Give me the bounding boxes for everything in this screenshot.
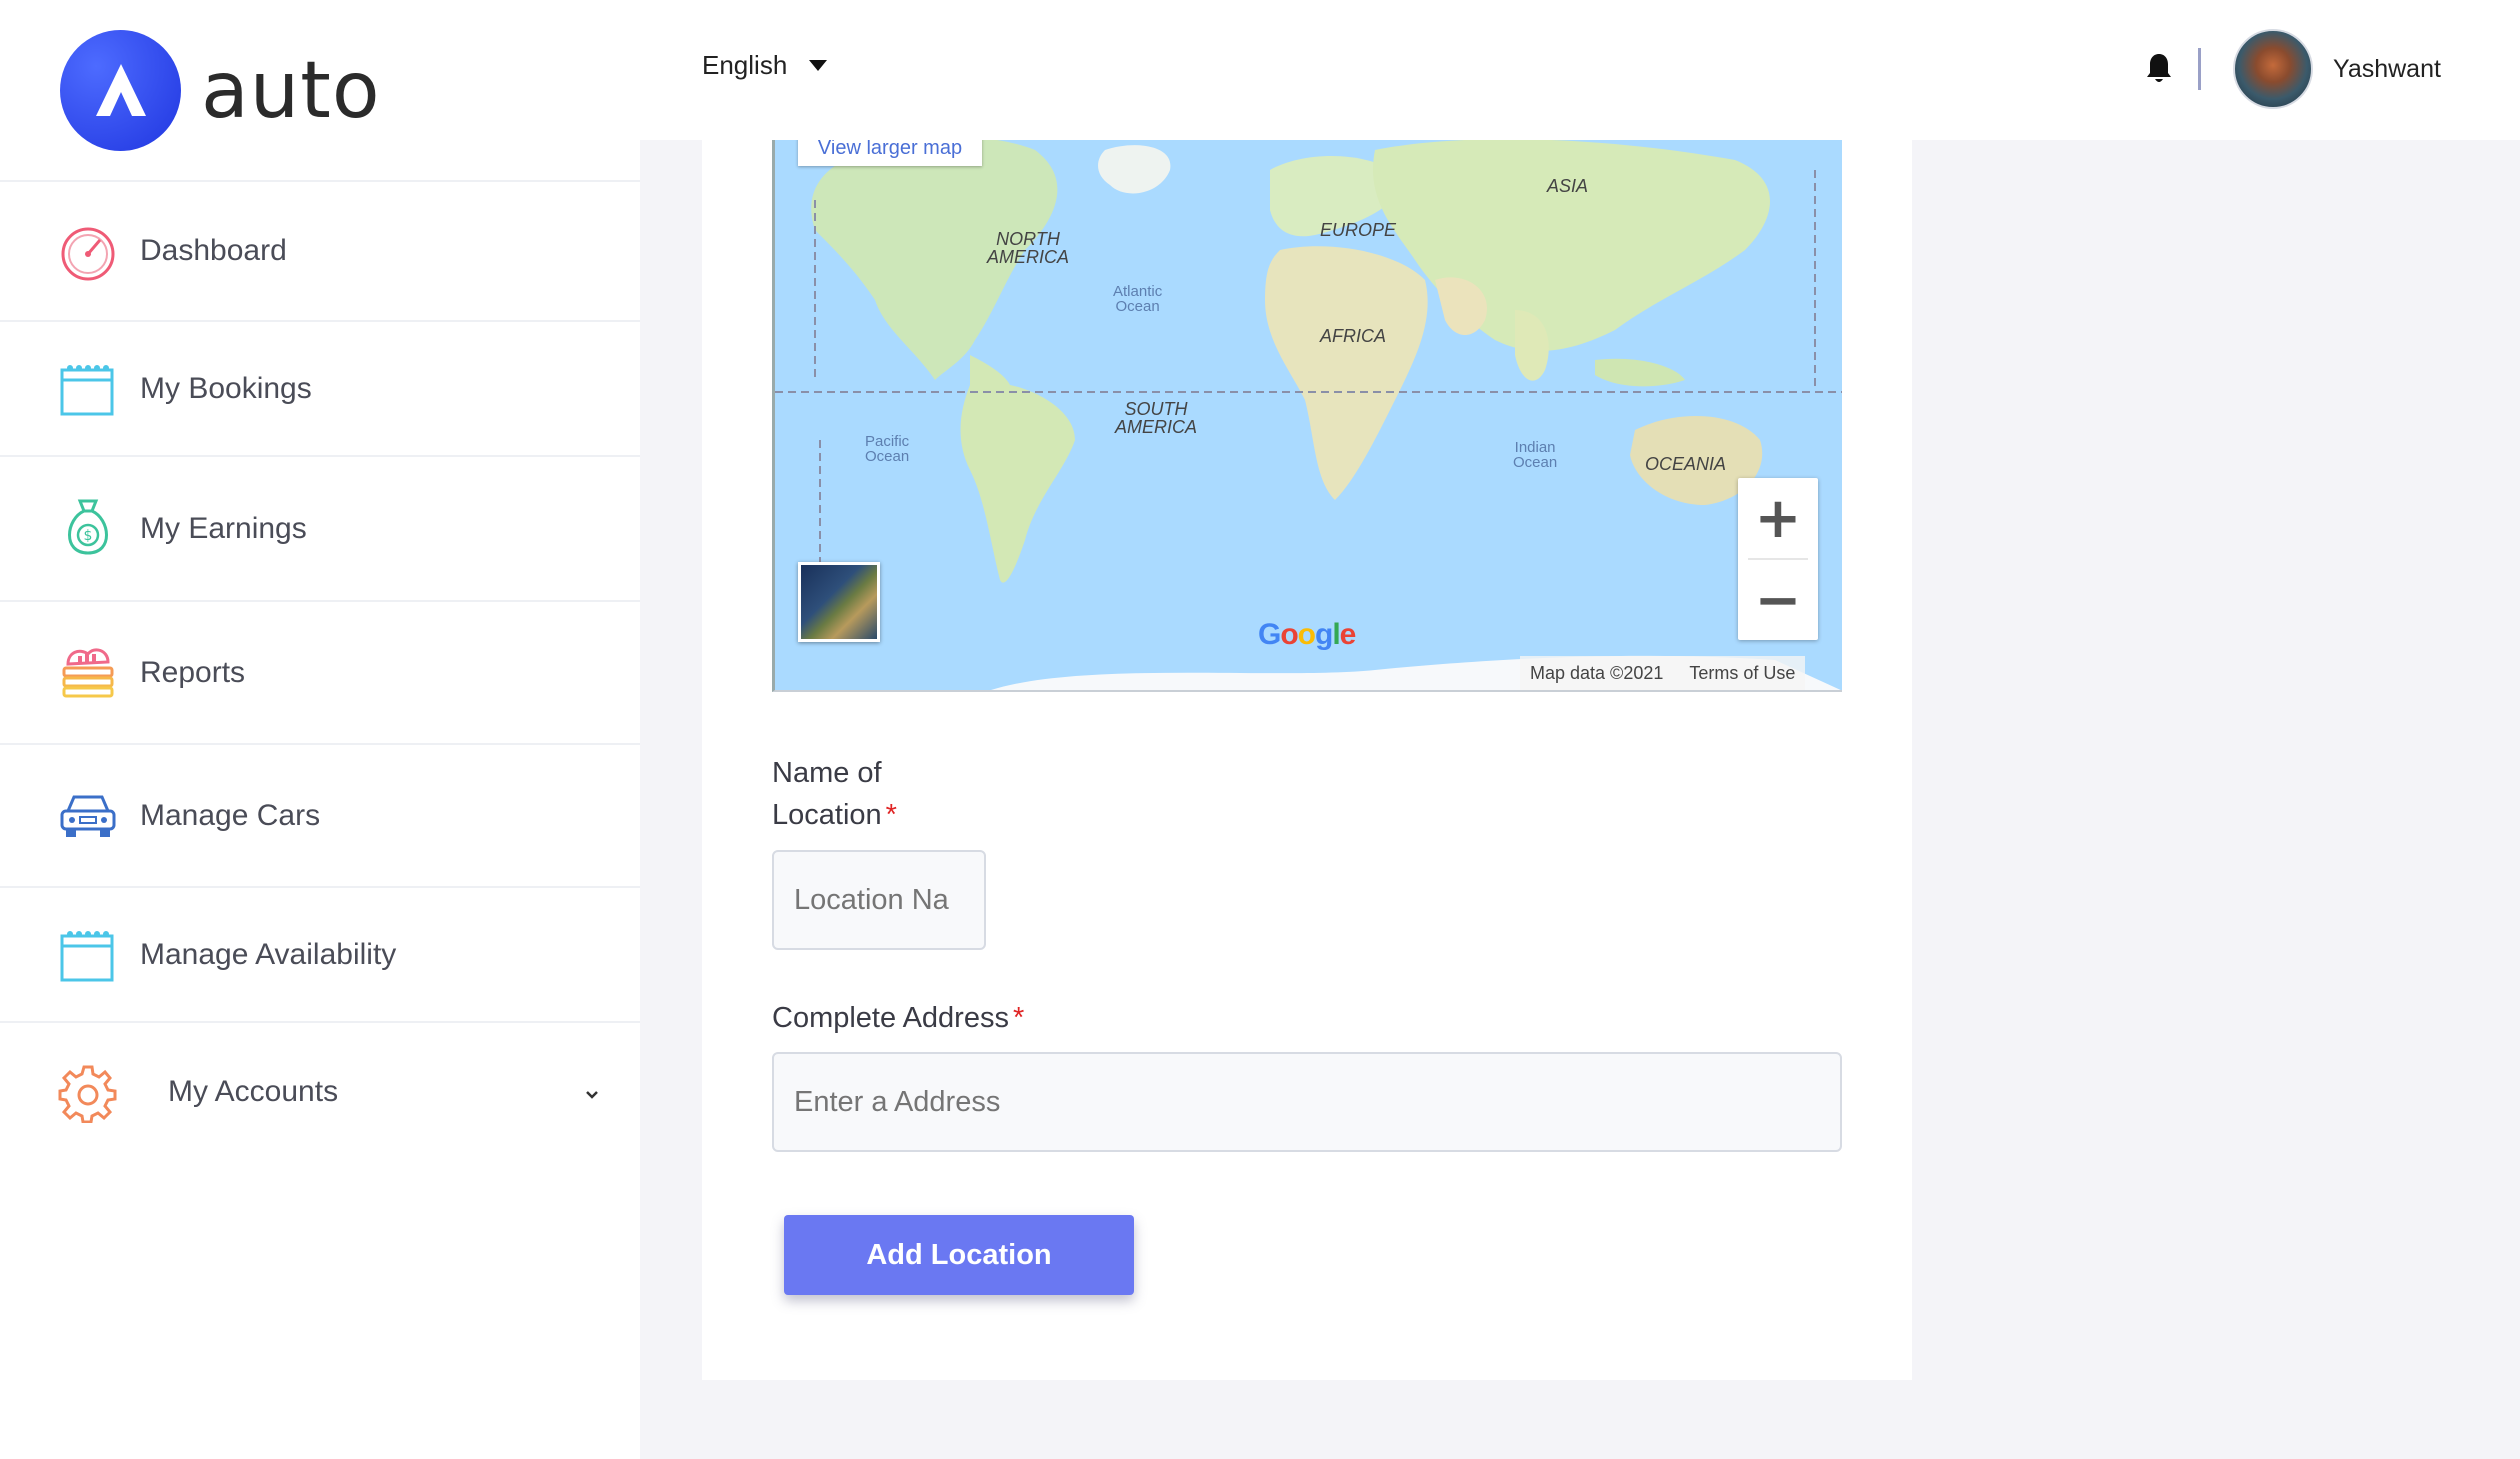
bell-icon[interactable] bbox=[2144, 52, 2174, 86]
address-label: Complete Address * bbox=[772, 997, 1024, 1039]
sidebar-item-label: Manage Availability bbox=[140, 937, 397, 971]
car-icon bbox=[60, 795, 116, 837]
address-label-text: Complete Address bbox=[772, 1002, 1009, 1034]
location-name-label-line1: Name of bbox=[772, 757, 882, 789]
world-map bbox=[775, 140, 1842, 690]
sidebar-item-my-bookings[interactable]: My Bookings bbox=[0, 320, 640, 455]
calendar-icon bbox=[60, 931, 114, 982]
user-name[interactable]: Yashwant bbox=[2333, 55, 2441, 84]
zoom-out-button[interactable]: − bbox=[1738, 560, 1818, 640]
svg-text:$: $ bbox=[84, 528, 93, 544]
sidebar-item-reports[interactable]: Reports bbox=[0, 600, 640, 743]
top-header: auto English Yashwant bbox=[0, 0, 2520, 151]
map-label-africa: AFRICA bbox=[1320, 326, 1387, 346]
map-label-oceania: OCEANIA bbox=[1645, 454, 1727, 474]
location-name-label: Name of Location * bbox=[772, 752, 897, 836]
sidebar-item-label: Manage Cars bbox=[140, 798, 321, 832]
map-data-credit: Map data ©2021 bbox=[1530, 662, 1664, 683]
money-bag-icon: $ bbox=[68, 499, 108, 555]
brand-logo-icon bbox=[60, 30, 181, 151]
speedometer-icon bbox=[61, 227, 115, 281]
zoom-in-button[interactable]: + bbox=[1738, 478, 1818, 558]
location-name-label-line2: Location bbox=[772, 799, 882, 831]
sidebar-item-manage-availability[interactable]: Manage Availability bbox=[0, 886, 640, 1021]
sidebar: Dashboard My Bookings $ My Earnings Repo… bbox=[0, 140, 640, 1459]
terms-of-use-link[interactable]: Terms of Use bbox=[1689, 663, 1795, 684]
reports-icon bbox=[62, 648, 114, 698]
chevron-down-icon[interactable] bbox=[584, 1087, 600, 1103]
map-label-europe: EUROPE bbox=[1320, 220, 1397, 240]
map-label-atlantic: Atlantic Ocean bbox=[1113, 283, 1163, 315]
required-mark: * bbox=[1012, 1002, 1025, 1034]
sidebar-item-label: My Bookings bbox=[140, 371, 312, 405]
map-label-indian: Indian Ocean bbox=[1513, 439, 1558, 471]
sidebar-item-label: Dashboard bbox=[140, 234, 287, 267]
sidebar-item-my-accounts[interactable]: My Accounts bbox=[0, 1021, 640, 1161]
sidebar-item-my-earnings[interactable]: $ My Earnings bbox=[0, 455, 640, 600]
map-label-south-america: SOUTH AMERICA bbox=[1115, 399, 1198, 437]
location-name-input[interactable] bbox=[772, 850, 986, 950]
user-avatar[interactable] bbox=[2233, 29, 2313, 109]
brand-name: auto bbox=[201, 45, 381, 136]
sidebar-item-label: My Accounts bbox=[168, 1075, 339, 1108]
sidebar-item-manage-cars[interactable]: Manage Cars bbox=[0, 743, 640, 886]
map-zoom-control: + − bbox=[1738, 478, 1818, 640]
caret-down-icon bbox=[809, 60, 828, 71]
map-label-asia: ASIA bbox=[1547, 176, 1589, 196]
sidebar-item-label: Reports bbox=[140, 655, 246, 689]
address-input[interactable] bbox=[772, 1052, 1842, 1152]
satellite-toggle[interactable] bbox=[798, 562, 880, 642]
add-location-button[interactable]: Add Location bbox=[784, 1215, 1134, 1295]
required-mark: * bbox=[885, 799, 897, 831]
map-label-pacific: Pacific Ocean bbox=[865, 433, 910, 465]
calendar-icon bbox=[60, 365, 114, 416]
language-selector[interactable]: English bbox=[702, 50, 828, 81]
language-label: English bbox=[702, 50, 788, 80]
sidebar-item-dashboard[interactable]: Dashboard bbox=[0, 180, 640, 320]
header-divider bbox=[2198, 48, 2201, 90]
sidebar-item-label: My Earnings bbox=[140, 511, 307, 545]
gear-icon bbox=[58, 1065, 117, 1123]
map-label-north-america: NORTH AMERICA bbox=[987, 229, 1070, 267]
brand-logo[interactable]: auto bbox=[60, 30, 381, 151]
google-logo: Google bbox=[1258, 618, 1356, 651]
map-footer: Map data ©2021 Terms of Use bbox=[1520, 656, 1806, 690]
map-embed[interactable]: NORTH AMERICA Atlantic Ocean EUROPE ASIA A… bbox=[772, 140, 1842, 692]
